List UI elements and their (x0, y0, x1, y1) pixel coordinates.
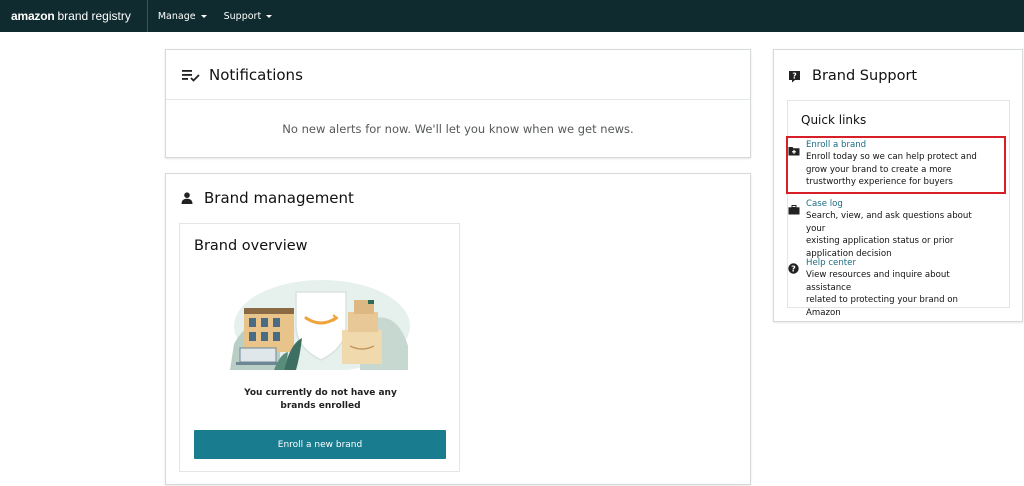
svg-text:?: ? (792, 71, 796, 80)
case-log-link[interactable]: Case log (806, 199, 993, 210)
logo-amazon-text: amazon (11, 9, 55, 23)
quick-link-help-center: ? Help center View resources and inquire… (788, 258, 993, 319)
help-center-description: View resources and inquire about assista… (806, 269, 993, 319)
no-brands-message: You currently do not have any brands enr… (180, 387, 461, 413)
enroll-new-brand-button[interactable]: Enroll a new brand (194, 430, 446, 459)
logo-registry-text: brand registry (57, 9, 131, 23)
notifications-list-icon (182, 69, 200, 82)
case-log-desc-line-1: Search, view, and ask questions about yo… (806, 211, 972, 234)
no-brands-line-1: You currently do not have any (244, 388, 397, 398)
quick-link-case-log: Case log Search, view, and ask questions… (788, 199, 993, 260)
notifications-card: Notifications No new alerts for now. We'… (165, 49, 751, 158)
notifications-title: Notifications (209, 65, 303, 84)
svg-text:?: ? (791, 264, 796, 273)
brand-support-header: ? Brand Support (774, 50, 1022, 102)
manage-menu-label: Manage (157, 10, 196, 22)
help-center-desc-line-2: related to protecting your brand on Amaz… (806, 295, 958, 318)
support-menu-label: Support (223, 10, 262, 22)
question-circle-icon: ? (788, 263, 799, 274)
manage-menu[interactable]: Manage (158, 0, 207, 32)
case-log-desc-line-2: existing application status or prior (806, 236, 954, 247)
brand-overview-title: Brand overview (194, 238, 308, 254)
person-icon (181, 192, 193, 204)
no-brands-line-2: brands enrolled (280, 401, 361, 411)
brand-management-card: Brand management Brand overview You curr… (165, 173, 751, 485)
question-square-icon: ? (789, 70, 800, 82)
top-nav-bar: amazon brand registry Manage Support (0, 0, 1024, 32)
briefcase-icon (788, 205, 800, 215)
quick-links-title: Quick links (801, 113, 867, 127)
chevron-down-icon (200, 14, 207, 18)
brand-registry-logo[interactable]: amazon brand registry (0, 0, 148, 32)
notifications-empty-message: No new alerts for now. We'll let you kno… (282, 122, 634, 136)
help-center-desc-line-1: View resources and inquire about assista… (806, 270, 950, 293)
brand-overview-illustration (230, 280, 410, 370)
help-center-link[interactable]: Help center (806, 258, 993, 269)
brand-support-title: Brand Support (812, 68, 918, 84)
chevron-down-icon (266, 14, 273, 18)
case-log-description: Search, view, and ask questions about yo… (806, 210, 993, 260)
brand-overview-panel: Brand overview You currently do not have… (179, 223, 460, 472)
brand-management-title: Brand management (204, 189, 354, 207)
highlight-box (786, 136, 1006, 194)
brand-management-header: Brand management (166, 174, 750, 222)
notifications-header: Notifications (166, 50, 750, 100)
